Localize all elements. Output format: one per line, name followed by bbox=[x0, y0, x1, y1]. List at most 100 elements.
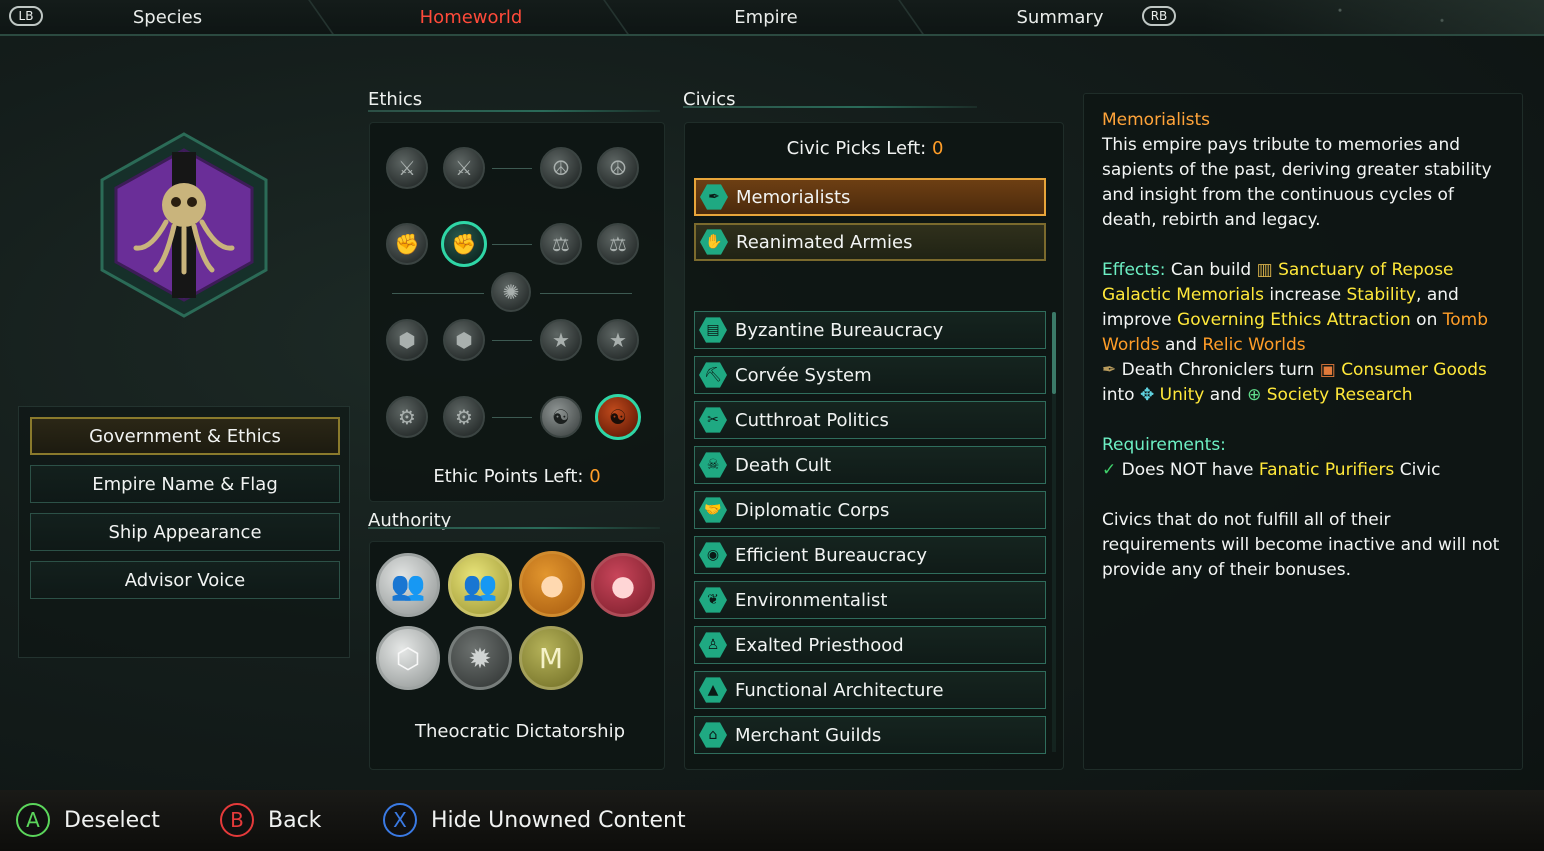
authoritarian-fanatic-icon[interactable]: ✊ bbox=[386, 223, 428, 265]
egalitarian-icon[interactable]: ⚖ bbox=[540, 223, 582, 265]
corporate-icon[interactable]: Ⅿ bbox=[519, 626, 583, 690]
requirements-label: Requirements: bbox=[1102, 435, 1226, 455]
deselect-action[interactable]: A Deselect bbox=[16, 798, 160, 842]
ethic-axis-line bbox=[492, 340, 532, 341]
tab-summary[interactable]: Summary bbox=[950, 0, 1170, 34]
civics-title-underline bbox=[683, 106, 977, 108]
militarist-icon[interactable]: ⚔ bbox=[443, 147, 485, 189]
xenophile-fanatic-icon[interactable]: ★ bbox=[597, 319, 639, 361]
ethic-axis-line bbox=[492, 244, 532, 245]
oligarchic-icon[interactable]: 👥 bbox=[448, 553, 512, 617]
unity-icon: ✥ bbox=[1139, 385, 1155, 405]
authoritarian-selected-icon[interactable]: ✊ bbox=[441, 221, 487, 267]
civic-picks-value: 0 bbox=[931, 138, 944, 159]
tab-species[interactable]: Species bbox=[60, 0, 275, 34]
civics-scrollbar-thumb[interactable] bbox=[1052, 312, 1056, 394]
lb-button-hint[interactable]: LB bbox=[9, 6, 43, 26]
civic-label: Death Cult bbox=[735, 454, 832, 476]
empire-name-flag-button[interactable]: Empire Name & Flag bbox=[30, 465, 340, 503]
civic-label: Merchant Guilds bbox=[735, 724, 882, 746]
civic-memorialists[interactable]: ✒ Memorialists bbox=[694, 178, 1046, 216]
consumer-goods-link: Consumer Goods bbox=[1341, 360, 1487, 380]
tab-divider bbox=[898, 0, 924, 34]
civic-label: Efficient Bureaucracy bbox=[735, 544, 928, 566]
back-label: Back bbox=[268, 807, 322, 833]
empire-emblem bbox=[96, 130, 272, 320]
militarist-fanatic-icon[interactable]: ⚔ bbox=[386, 147, 428, 189]
civic-byzantine-bureaucracy[interactable]: ▤ Byzantine Bureaucracy bbox=[694, 311, 1046, 349]
civic-label: Exalted Priesthood bbox=[735, 634, 904, 656]
spiritualist-fanatic-selected-icon[interactable]: ☯ bbox=[595, 394, 641, 440]
tab-empire[interactable]: Empire bbox=[655, 0, 877, 34]
civic-cutthroat-politics[interactable]: ✂ Cutthroat Politics bbox=[694, 401, 1046, 439]
civic-label: Corvée System bbox=[735, 364, 872, 386]
hive-minded-icon[interactable]: ⬡ bbox=[376, 626, 440, 690]
stability-link: Stability bbox=[1346, 285, 1417, 305]
xenophile-icon[interactable]: ★ bbox=[540, 319, 582, 361]
civic-effects: Effects: Can build ▥ Sanctuary of Repose… bbox=[1102, 258, 1508, 408]
effects-text: on bbox=[1410, 310, 1443, 330]
civic-picks-left: Civic Picks Left: 0 bbox=[684, 138, 1046, 159]
effects-label: Effects: bbox=[1102, 260, 1166, 280]
civic-description-title: Memorialists bbox=[1102, 110, 1211, 130]
pacifist-icon[interactable]: ☮ bbox=[540, 147, 582, 189]
hide-unowned-content-label: Hide Unowned Content bbox=[431, 807, 686, 833]
ethic-axis-line bbox=[392, 293, 484, 294]
advisor-voice-button[interactable]: Advisor Voice bbox=[30, 561, 340, 599]
civic-efficient-bureaucracy[interactable]: ◉ Efficient Bureaucracy bbox=[694, 536, 1046, 574]
civic-corvee-system[interactable]: ⛏ Corvée System bbox=[694, 356, 1046, 394]
fanatic-purifiers-link: Fanatic Purifiers bbox=[1258, 460, 1395, 480]
society-research-icon: ⊕ bbox=[1247, 385, 1262, 405]
checkmark-icon: ✓ bbox=[1102, 460, 1117, 480]
building-icon: ▥ bbox=[1256, 260, 1273, 280]
dictatorial-selected-icon[interactable]: ● bbox=[519, 551, 585, 617]
civic-label: Byzantine Bureaucracy bbox=[735, 319, 944, 341]
civic-merchant-guilds[interactable]: ⌂ Merchant Guilds bbox=[694, 716, 1046, 754]
priest-icon: ♙ bbox=[699, 632, 727, 658]
galactic-memorials-link: Galactic Memorials bbox=[1102, 285, 1265, 305]
materialist-fanatic-icon[interactable]: ⚙ bbox=[386, 396, 428, 438]
effects-text: and bbox=[1204, 385, 1248, 405]
civic-label: Memorialists bbox=[736, 186, 851, 208]
leaf-icon: ❦ bbox=[699, 587, 727, 613]
pacifist-fanatic-icon[interactable]: ☮ bbox=[597, 147, 639, 189]
x-button-icon: X bbox=[383, 803, 417, 837]
civic-environmentalist[interactable]: ❦ Environmentalist bbox=[694, 581, 1046, 619]
rb-button-hint[interactable]: RB bbox=[1142, 6, 1176, 26]
democratic-icon[interactable]: 👥 bbox=[376, 553, 440, 617]
ethic-points-label: Ethic Points Left: bbox=[433, 466, 590, 487]
ship-appearance-button[interactable]: Ship Appearance bbox=[30, 513, 340, 551]
hide-unowned-content-action[interactable]: X Hide Unowned Content bbox=[383, 798, 686, 842]
effects-text: Death Chroniclers turn bbox=[1116, 360, 1320, 380]
back-action[interactable]: B Back bbox=[220, 798, 321, 842]
civic-exalted-priesthood[interactable]: ♙ Exalted Priesthood bbox=[694, 626, 1046, 664]
civic-picks-label: Civic Picks Left: bbox=[786, 138, 932, 159]
egalitarian-fanatic-icon[interactable]: ⚖ bbox=[597, 223, 639, 265]
spiritualist-icon[interactable]: ☯ bbox=[540, 396, 582, 438]
xenophobe-fanatic-icon[interactable]: ⬢ bbox=[386, 319, 428, 361]
governing-ethics-attraction-link: Governing Ethics Attraction bbox=[1177, 310, 1411, 330]
civic-functional-architecture[interactable]: ▲ Functional Architecture bbox=[694, 671, 1046, 709]
government-ethics-button[interactable]: Government & Ethics bbox=[30, 417, 340, 455]
death-cult-icon: ☠ bbox=[699, 452, 727, 478]
unity-link: Unity bbox=[1159, 385, 1205, 405]
building-icon: ▲ bbox=[699, 677, 727, 703]
civic-reanimated-armies[interactable]: ✋ Reanimated Armies bbox=[694, 223, 1046, 261]
civic-diplomatic-corps[interactable]: 🤝 Diplomatic Corps bbox=[694, 491, 1046, 529]
top-tab-bar: LB Species Homeworld Empire Summary RB bbox=[0, 0, 1544, 36]
dagger-icon: ✂ bbox=[699, 407, 727, 433]
effects-text: into bbox=[1102, 385, 1140, 405]
machine-intelligence-icon[interactable]: ✹ bbox=[448, 626, 512, 690]
civic-label: Cutthroat Politics bbox=[735, 409, 889, 431]
imperial-icon[interactable]: ● bbox=[591, 553, 655, 617]
ethic-axis-line bbox=[492, 417, 532, 418]
tab-homeworld[interactable]: Homeworld bbox=[360, 0, 582, 34]
civic-label: Environmentalist bbox=[735, 589, 888, 611]
gestalt-consciousness-icon[interactable]: ✺ bbox=[491, 272, 531, 312]
civic-death-cult[interactable]: ☠ Death Cult bbox=[694, 446, 1046, 484]
xenophobe-icon[interactable]: ⬢ bbox=[443, 319, 485, 361]
document-icon: ▤ bbox=[699, 317, 727, 343]
materialist-icon[interactable]: ⚙ bbox=[443, 396, 485, 438]
requirement-text: Does NOT have bbox=[1116, 460, 1259, 480]
civic-requirements: Requirements: ✓ Does NOT have Fanatic Pu… bbox=[1102, 433, 1508, 483]
